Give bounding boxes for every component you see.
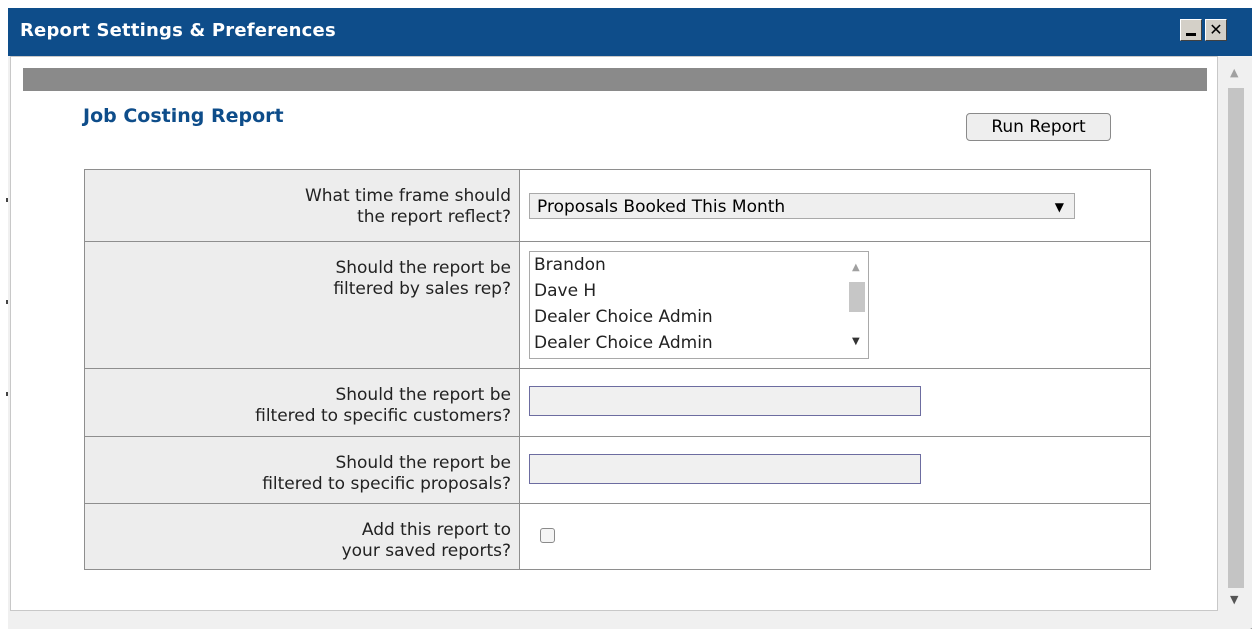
customers-cell: [519, 368, 1151, 437]
close-button[interactable]: ✕: [1205, 19, 1227, 41]
listbox-scrollbar[interactable]: ▲ ▼: [846, 252, 868, 358]
saved-reports-label-line2: your saved reports?: [341, 541, 511, 561]
report-title: Job Costing Report: [83, 105, 284, 127]
time-frame-cell: Proposals Booked This Month ▼: [519, 169, 1151, 242]
time-frame-label-line1: What time frame should: [304, 186, 511, 206]
sales-rep-listbox[interactable]: Brandon Dave H Dealer Choice Admin Deale…: [529, 251, 869, 359]
form-row-saved-reports: Add this report to your saved reports?: [84, 503, 1151, 570]
time-frame-selected-value: Proposals Booked This Month: [537, 197, 786, 217]
customers-input[interactable]: [529, 386, 921, 416]
window-title: Report Settings & Preferences: [20, 20, 336, 41]
window-titlebar[interactable]: Report Settings & Preferences ✕: [8, 8, 1252, 56]
dropdown-arrow-icon[interactable]: ▼: [1055, 194, 1064, 220]
saved-reports-cell: [519, 503, 1151, 570]
scroll-down-icon[interactable]: ▼: [1230, 593, 1238, 606]
scroll-down-icon[interactable]: ▼: [852, 336, 860, 347]
listbox-option[interactable]: Dealer Choice Admin: [530, 330, 868, 356]
listbox-option[interactable]: Dealer Choice Admin: [530, 304, 868, 330]
header-bar: [23, 68, 1207, 91]
resize-grip-icon[interactable]: [1234, 612, 1252, 629]
window-scrollbar[interactable]: ▲ ▼: [1220, 56, 1252, 611]
settings-form: What time frame should the report reflec…: [84, 169, 1151, 570]
scroll-up-icon[interactable]: ▲: [852, 262, 860, 273]
proposals-label-line1: Should the report be: [335, 453, 511, 473]
sales-rep-label: Should the report be filtered by sales r…: [84, 241, 520, 369]
listbox-option[interactable]: Dave H: [530, 278, 868, 304]
minimize-button[interactable]: [1180, 19, 1202, 41]
scroll-up-icon[interactable]: ▲: [1230, 66, 1238, 79]
customers-label-line2: filtered to specific customers?: [255, 406, 511, 426]
dialog-content: Job Costing Report Run Report What time …: [10, 56, 1218, 611]
left-edge: [0, 0, 8, 629]
saved-reports-checkbox[interactable]: [540, 528, 555, 543]
run-report-button[interactable]: Run Report: [966, 113, 1111, 141]
proposals-cell: [519, 436, 1151, 504]
form-row-time-frame: What time frame should the report reflec…: [84, 169, 1151, 242]
form-row-sales-rep: Should the report be filtered by sales r…: [84, 241, 1151, 369]
saved-reports-label-line1: Add this report to: [361, 520, 511, 540]
form-row-customers: Should the report be filtered to specifi…: [84, 368, 1151, 437]
listbox-scroll-thumb[interactable]: [849, 282, 865, 312]
window-scroll-thumb[interactable]: [1228, 88, 1244, 588]
sales-rep-label-line2: filtered by sales rep?: [333, 279, 511, 299]
sales-rep-label-line1: Should the report be: [335, 258, 511, 278]
customers-label-line1: Should the report be: [335, 385, 511, 405]
proposals-label: Should the report be filtered to specifi…: [84, 436, 520, 504]
time-frame-select[interactable]: Proposals Booked This Month ▼: [529, 193, 1075, 219]
time-frame-label-line2: the report reflect?: [357, 207, 511, 227]
customers-label: Should the report be filtered to specifi…: [84, 368, 520, 437]
listbox-option[interactable]: Brandon: [530, 252, 868, 278]
sales-rep-cell: Brandon Dave H Dealer Choice Admin Deale…: [519, 241, 1151, 369]
proposals-label-line2: filtered to specific proposals?: [262, 474, 511, 494]
form-row-proposals: Should the report be filtered to specifi…: [84, 436, 1151, 504]
time-frame-label: What time frame should the report reflec…: [84, 169, 520, 242]
saved-reports-label: Add this report to your saved reports?: [84, 503, 520, 570]
report-settings-window: Report Settings & Preferences ✕ Job Cost…: [8, 8, 1252, 629]
proposals-input[interactable]: [529, 454, 921, 484]
